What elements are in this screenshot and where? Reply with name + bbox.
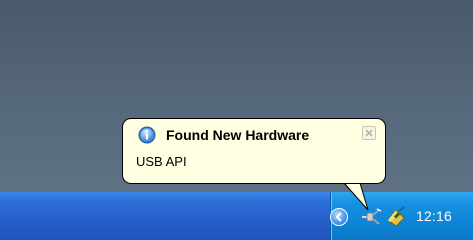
info-icon <box>138 126 156 144</box>
taskbar-clock[interactable]: 12:16 <box>416 208 452 224</box>
close-icon <box>365 129 373 137</box>
balloon-message: USB API <box>136 154 187 169</box>
balloon-close-button[interactable] <box>362 126 376 140</box>
balloon-title: Found New Hardware <box>166 127 310 143</box>
balloon-tail <box>343 182 369 211</box>
network-drive-icon[interactable] <box>385 205 407 227</box>
